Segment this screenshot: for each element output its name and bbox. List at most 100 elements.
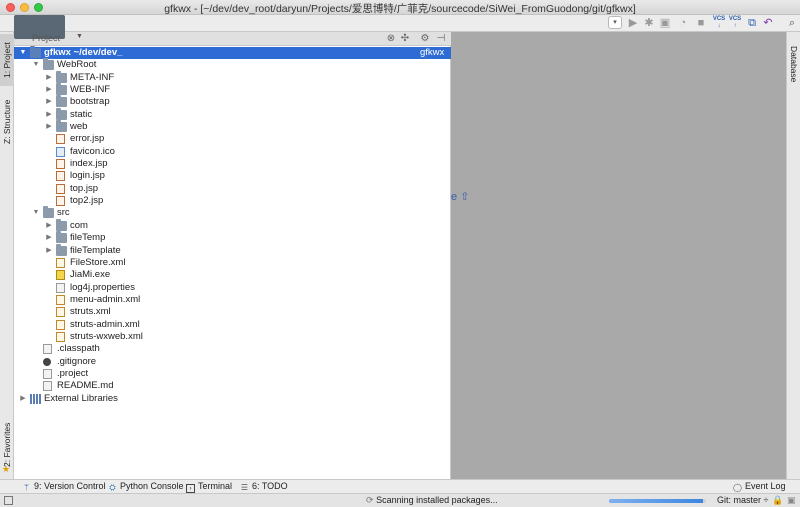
tab-python-console[interactable]: ⛭ Python Console — [108, 481, 183, 492]
tree-row-label: struts.xml — [70, 306, 111, 318]
collapse-arrow-icon[interactable]: ▶ — [44, 84, 54, 96]
lock-icon[interactable]: 🔒 — [772, 495, 783, 506]
tree-row[interactable]: ▶ bootstrap — [14, 95, 451, 108]
tree-row-label: top.jsp — [70, 182, 98, 194]
tree-row[interactable]: ▶ META-INF — [14, 70, 451, 84]
tree-row[interactable]: ▶ com — [14, 218, 451, 232]
tab-structure[interactable]: Z: Structure — [0, 92, 14, 152]
tab-project[interactable]: 1: Project — [0, 34, 14, 86]
tree-row[interactable]: ▶ fileTemp — [14, 231, 451, 244]
file-jsp-icon — [56, 134, 65, 145]
tree-row[interactable]: log4j.properties — [14, 282, 451, 294]
folder-icon — [56, 243, 67, 256]
collapse-arrow-icon[interactable]: ▶ — [44, 96, 54, 108]
tree-row[interactable]: .gitignore — [14, 356, 451, 368]
folder-icon — [43, 58, 54, 71]
tree-row[interactable]: top.jsp — [14, 183, 451, 195]
tree-row[interactable]: ▼ src — [14, 206, 451, 219]
tree-row[interactable]: index.jsp — [14, 158, 451, 170]
tree-row[interactable]: struts.xml — [14, 306, 451, 318]
tree-row[interactable]: login.jsp — [14, 170, 451, 182]
tree-row[interactable]: ▶ fileTemplate — [14, 243, 451, 257]
git-branch-widget[interactable]: Git: master ÷ — [717, 495, 768, 505]
python-icon: ⛭ — [109, 483, 116, 492]
expand-arrow-icon[interactable]: ▼ — [31, 59, 41, 71]
tree-row[interactable]: struts-admin.xml — [14, 319, 451, 331]
panel-title[interactable]: Project — [32, 33, 60, 43]
right-tool-stripe: Database — [786, 32, 800, 479]
tree-row[interactable]: ▶ web — [14, 120, 451, 133]
tree-row[interactable]: ▶ static — [14, 107, 451, 121]
collapse-arrow-icon[interactable]: ▶ — [44, 245, 54, 257]
collapse-arrow-icon[interactable]: ▶ — [44, 72, 54, 84]
file-jsp-icon — [56, 183, 65, 194]
settings-gear-icon[interactable]: ⚙ — [419, 33, 431, 45]
file-jsp-icon — [56, 196, 65, 207]
folder-icon — [43, 206, 54, 219]
run-icon[interactable]: ▶ — [626, 16, 640, 30]
tree-row-label: favicon.ico — [70, 145, 115, 157]
tree-row-label: struts-wxweb.xml — [70, 330, 143, 342]
tree-row[interactable]: .project — [14, 368, 451, 380]
run-config-dropdown[interactable]: ▾ — [608, 16, 622, 29]
tree-row[interactable]: ▼ WebRoot — [14, 58, 451, 71]
tree-row-label: External Libraries — [44, 392, 118, 404]
memory-indicator-icon[interactable]: ▣ — [787, 495, 796, 506]
expand-arrow-icon[interactable]: ▼ — [18, 47, 28, 59]
status-message: ⟳ Scanning installed packages... — [366, 495, 498, 506]
left-tool-stripe: 1: Project Z: Structure 2: Favorites ★ — [0, 32, 14, 479]
toggle-tool-windows-icon[interactable] — [4, 496, 13, 505]
vcs-update-icon[interactable]: VCS ↓ — [712, 16, 726, 30]
tree-row[interactable]: ▶ WEB-INF — [14, 83, 451, 96]
stop-icon[interactable]: ■ — [694, 16, 708, 30]
tree-row[interactable]: README.md — [14, 380, 451, 392]
editor-area[interactable]: e ⇧ — [451, 32, 786, 479]
tree-row[interactable]: favicon.ico — [14, 146, 451, 158]
coverage-icon[interactable]: ▣ — [658, 16, 672, 30]
tree-row[interactable]: .classpath — [14, 343, 451, 355]
tab-terminal[interactable]: › Terminal — [186, 481, 232, 493]
hide-panel-icon[interactable]: ⊣ — [435, 33, 447, 45]
project-tab-label: 1: Project — [2, 42, 12, 78]
collapse-arrow-icon[interactable]: ▶ — [44, 232, 54, 244]
lib-icon — [30, 393, 41, 404]
project-tree: ▼ gfkwx ~/dev/dev_ gfkwx ▼ WebRoot ▶ META-INF ▶… — [14, 46, 451, 405]
tree-row-label: fileTemp — [70, 232, 106, 244]
file-xml-icon — [56, 319, 65, 330]
collapse-arrow-icon[interactable]: ▶ — [44, 109, 54, 121]
tab-version-control[interactable]: ᛘ 9: Version Control — [22, 481, 105, 492]
collapse-all-icon[interactable]: ⊗ — [385, 33, 397, 45]
tab-database[interactable]: Database — [787, 36, 800, 92]
tab-event-log[interactable]: ◯ Event Log — [733, 481, 786, 492]
tree-row[interactable]: ▶ External Libraries — [14, 393, 451, 405]
tree-row[interactable]: error.jsp — [14, 133, 451, 145]
status-bar: ⟳ Scanning installed packages... Git: ma… — [0, 493, 800, 507]
view-dropdown-caret-icon[interactable]: ▼ — [76, 33, 83, 40]
tree-row-label: top2.jsp — [70, 195, 104, 207]
tree-row[interactable]: struts-wxweb.xml — [14, 331, 451, 343]
tree-row[interactable]: JiaMi.exe — [14, 269, 451, 281]
collapse-arrow-icon[interactable]: ▶ — [18, 393, 28, 405]
profile-icon[interactable]: ◔ — [676, 16, 690, 30]
favorites-tab-label: 2: Favorites — [2, 422, 12, 468]
collapse-arrow-icon[interactable]: ▶ — [44, 220, 54, 232]
revert-icon[interactable]: ↶ — [761, 16, 775, 30]
tree-row-label: error.jsp — [70, 133, 105, 145]
tree-row[interactable]: FileStore.xml — [14, 257, 451, 269]
vcs-commit-icon[interactable]: VCS ↑ — [728, 16, 742, 30]
search-everywhere-icon[interactable]: ⌕ — [785, 16, 799, 30]
file-xml-icon — [56, 307, 65, 318]
tree-row[interactable]: menu-admin.xml — [14, 294, 451, 306]
folder-icon — [56, 218, 67, 231]
autoscroll-icon[interactable]: ✣ — [399, 33, 411, 45]
expand-arrow-icon[interactable]: ▼ — [31, 207, 41, 219]
tree-row-label: .project — [57, 367, 89, 379]
file-xml-icon — [56, 257, 65, 268]
tab-todo[interactable]: ☰ 6: TODO — [240, 481, 288, 492]
tree-row-root-module[interactable]: ▼ gfkwx ~/dev/dev_ gfkwx — [14, 46, 451, 60]
status-message-text: Scanning installed packages... — [376, 495, 498, 505]
collapse-arrow-icon[interactable]: ▶ — [44, 121, 54, 133]
tree-row[interactable]: top2.jsp — [14, 195, 451, 207]
compare-icon[interactable]: ⧉ — [745, 16, 759, 30]
debug-icon[interactable]: ✱ — [642, 16, 656, 30]
